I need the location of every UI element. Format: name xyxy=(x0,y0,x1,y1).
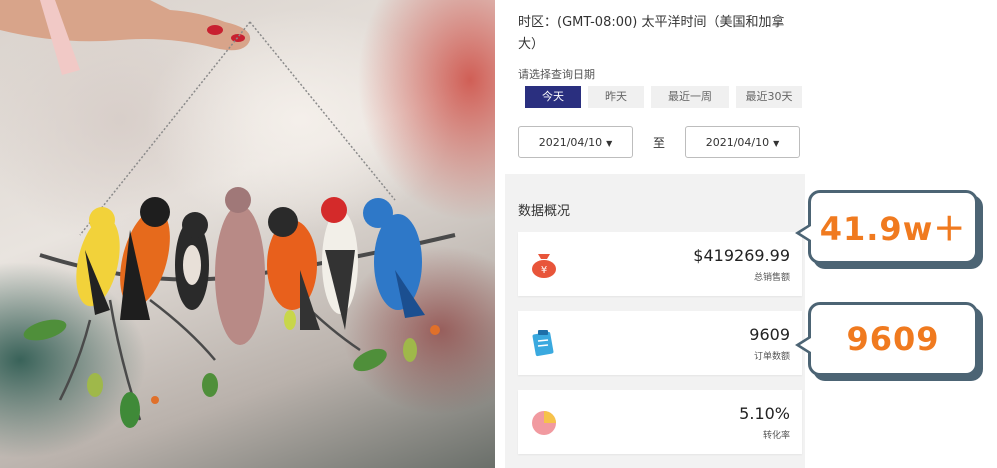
bird-oriole xyxy=(120,197,170,320)
orders-value: 9609 xyxy=(749,325,790,344)
start-date-select[interactable]: 2021/04/10 ▼ xyxy=(518,126,633,158)
bird-black xyxy=(175,212,209,310)
orders-callout: 9609 xyxy=(795,302,978,376)
end-date-select[interactable]: 2021/04/10 ▼ xyxy=(685,126,800,158)
range-last-week-button[interactable]: 最近一周 xyxy=(651,86,729,108)
svg-text:¥: ¥ xyxy=(541,265,547,276)
orders-card: 9609 订单数额 xyxy=(518,311,802,375)
orders-callout-text: 9609 xyxy=(846,320,940,358)
sales-card: ¥ $419269.99 总销售额 xyxy=(518,232,802,296)
data-overview-section: 数据概况 ¥ $419269.99 总销售额 9609 订单数额 5.10% 转… xyxy=(505,174,805,468)
clipboard-icon xyxy=(532,330,554,357)
pie-chart-icon xyxy=(532,411,556,435)
range-last-30-days-button[interactable]: 最近30天 xyxy=(736,86,802,108)
sales-callout: 41.9w＋ xyxy=(795,190,978,264)
overview-title: 数据概况 xyxy=(518,204,571,219)
sales-callout-text: 41.9w＋ xyxy=(819,210,967,248)
caret-down-icon: ▼ xyxy=(606,139,613,148)
bird-yellow xyxy=(76,207,120,315)
timezone-text: 时区：(GMT-08:00) 太平洋时间（美国和加拿大） xyxy=(518,15,785,52)
range-today-button[interactable]: 今天 xyxy=(525,86,581,108)
stained-glass-birds-illustration xyxy=(0,0,456,428)
range-yesterday-button[interactable]: 昨天 xyxy=(588,86,644,108)
sales-value: $419269.99 xyxy=(693,246,790,265)
sales-label: 总销售额 xyxy=(753,273,790,283)
conversion-card: 5.10% 转化率 xyxy=(518,390,802,454)
bird-bluejay xyxy=(363,198,425,318)
bird-dove xyxy=(215,187,265,345)
money-bag-icon: ¥ xyxy=(532,254,556,278)
orders-label: 订单数额 xyxy=(753,352,790,362)
date-separator: 至 xyxy=(653,136,666,150)
hand xyxy=(0,0,251,51)
bird-woodpecker xyxy=(321,197,358,330)
product-photo xyxy=(0,0,495,468)
bird-robin xyxy=(267,207,320,330)
conversion-value: 5.10% xyxy=(739,404,790,423)
date-picker-label: 请选择查询日期 xyxy=(518,68,595,81)
conversion-label: 转化率 xyxy=(762,431,790,441)
start-date-value: 2021/04/10 xyxy=(538,136,603,149)
dashboard-panel: 时区：(GMT-08:00) 太平洋时间（美国和加拿大） 请选择查询日期 今天 … xyxy=(505,0,805,468)
caret-down-icon: ▼ xyxy=(773,139,780,148)
end-date-value: 2021/04/10 xyxy=(705,136,770,149)
